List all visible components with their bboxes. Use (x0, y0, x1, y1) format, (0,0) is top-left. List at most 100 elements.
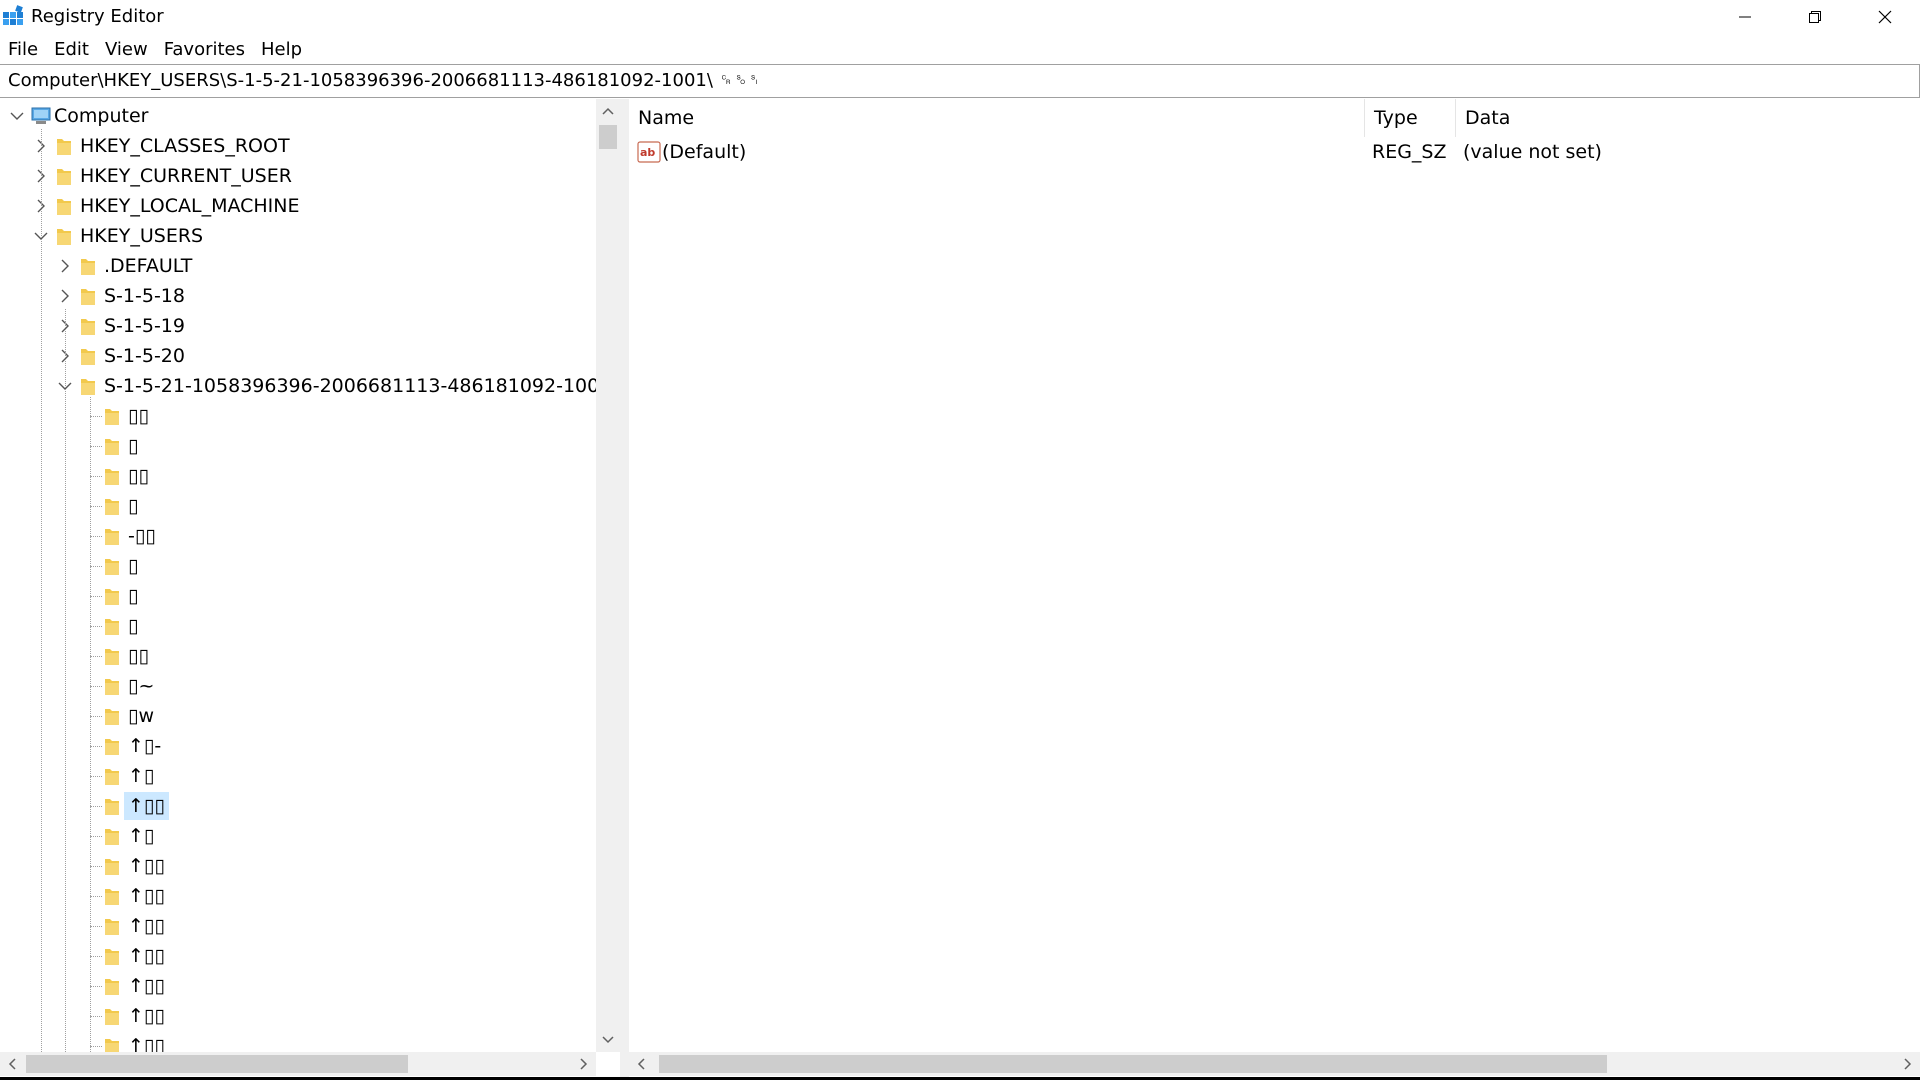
folder-icon (105, 979, 119, 995)
tree-node-label: HKEY_CLASSES_ROOT (80, 135, 290, 157)
chevron-down-icon (10, 112, 24, 120)
folder-icon (57, 199, 71, 215)
tree-node-hive[interactable]: HKEY_LOCAL_MACHINE (32, 191, 300, 221)
chevron-right-icon (61, 259, 69, 273)
tree-guide-line (90, 476, 102, 477)
tree-node-label: ▯ (128, 495, 139, 517)
svg-text:ab: ab (640, 146, 655, 159)
folder-icon (50, 135, 80, 157)
tree-node-label: ↑▯▯ (128, 855, 165, 877)
tree-node-label: S-1-5-20 (104, 345, 185, 367)
chevron-right-icon (61, 289, 69, 303)
tree-guide-line (90, 806, 102, 807)
list-item[interactable]: ab (Default) REG_SZ (value not set) (629, 137, 1920, 167)
expander[interactable] (56, 251, 74, 281)
folder-icon (74, 285, 104, 307)
tree-node-user[interactable]: S-1-5-21-1058396396-2006681113-486181092… (56, 371, 596, 401)
folder-icon (105, 499, 119, 515)
tree-node-user[interactable]: .DEFAULT (56, 251, 192, 281)
menu-help[interactable]: Help (253, 36, 310, 64)
folder-icon (57, 229, 71, 245)
tree-horizontal-scrollbar[interactable] (0, 1052, 596, 1076)
tree-node-user[interactable]: S-1-5-19 (56, 311, 185, 341)
folder-icon (105, 859, 119, 875)
tree-scroll-left-button[interactable] (0, 1052, 24, 1076)
tree-node-computer[interactable]: Computer (8, 101, 148, 131)
address-path: Computer\HKEY_USERS\S-1-5-21-1058396396-… (8, 70, 762, 91)
folder-icon (98, 495, 128, 517)
folder-icon (98, 405, 128, 427)
folder-icon (98, 435, 128, 457)
tree-scroll-right-button[interactable] (572, 1052, 596, 1076)
tree-node-subkey[interactable]: ▯ (80, 431, 138, 461)
menu-view[interactable]: View (97, 36, 156, 64)
tree-node-subkey[interactable]: ↑▯▯ (80, 1031, 165, 1052)
tree-node-label: ↑▯▯ (128, 975, 165, 997)
tree-vertical-scrollbar[interactable] (596, 99, 620, 1052)
tree-node-label: ↑▯▯ (128, 915, 165, 937)
address-bar[interactable]: Computer\HKEY_USERS\S-1-5-21-1058396396-… (0, 64, 1920, 98)
pane-splitter[interactable] (620, 99, 629, 1080)
folder-icon (98, 825, 128, 847)
folder-icon (50, 225, 80, 247)
folder-icon (105, 1009, 119, 1025)
tree-node-subkey[interactable]: ▯ (80, 611, 138, 641)
folder-icon (57, 169, 71, 185)
tree-vertical-thumb[interactable] (599, 125, 617, 149)
tree-guide-line (90, 716, 102, 717)
column-data[interactable]: Data (1456, 99, 1920, 137)
menu-favorites[interactable]: Favorites (156, 36, 253, 64)
list-horizontal-scrollbar[interactable] (629, 1052, 1920, 1076)
tree-node-subkey[interactable]: ▯ (80, 491, 138, 521)
tree-node-label: ▯w (128, 705, 154, 727)
tree-node-label: ▯ (128, 615, 139, 637)
tree-guide-line (90, 397, 91, 1052)
scroll-up-button[interactable] (596, 99, 620, 123)
expander[interactable] (8, 101, 26, 131)
scroll-down-button[interactable] (596, 1028, 620, 1052)
list-scroll-right-button[interactable] (1896, 1052, 1920, 1076)
tree-node-label: ▯ (128, 435, 139, 457)
tree-node-label: ↑▯- (128, 735, 162, 757)
folder-icon (98, 765, 128, 787)
folder-icon (105, 679, 119, 695)
tree-node-hive[interactable]: HKEY_USERS (32, 221, 203, 251)
folder-icon (105, 529, 119, 545)
menu-edit[interactable]: Edit (46, 36, 97, 64)
folder-icon (98, 1005, 128, 1027)
folder-icon (98, 855, 128, 877)
tree-guide-line (90, 626, 102, 627)
chevron-up-icon (602, 107, 614, 115)
tree-guide-line (90, 896, 102, 897)
tree-node-user[interactable]: S-1-5-18 (56, 281, 185, 311)
tree-node-label: ▯▯ (128, 465, 149, 487)
list-scroll-left-button[interactable] (629, 1052, 653, 1076)
tree-node-user[interactable]: S-1-5-20 (56, 341, 185, 371)
column-type[interactable]: Type (1365, 99, 1456, 137)
tree-node-hive[interactable]: HKEY_CURRENT_USER (32, 161, 292, 191)
folder-icon (105, 469, 119, 485)
column-name[interactable]: Name (629, 99, 1365, 137)
menu-file[interactable]: File (0, 36, 46, 64)
folder-icon (105, 409, 119, 425)
folder-icon (50, 165, 80, 187)
minimize-button[interactable] (1710, 0, 1780, 34)
list-horizontal-thumb[interactable] (659, 1055, 1607, 1073)
folder-icon (98, 555, 128, 577)
folder-icon (81, 319, 95, 335)
tree-horizontal-thumb[interactable] (26, 1055, 408, 1073)
chevron-right-icon (580, 1058, 588, 1070)
expander[interactable] (56, 281, 74, 311)
tree-guide-line (90, 776, 102, 777)
close-button[interactable] (1850, 0, 1920, 34)
chevron-right-icon (1904, 1058, 1912, 1070)
tree-guide-line (90, 746, 102, 747)
tree-node-hive[interactable]: HKEY_CLASSES_ROOT (32, 131, 290, 161)
folder-icon (98, 1035, 128, 1052)
tree-node-subkey[interactable]: ▯ (80, 551, 138, 581)
tree-node-subkey[interactable]: ▯ (80, 581, 138, 611)
folder-icon (105, 949, 119, 965)
folder-icon (74, 255, 104, 277)
restore-button[interactable] (1780, 0, 1850, 34)
tree-guide-line (90, 566, 102, 567)
